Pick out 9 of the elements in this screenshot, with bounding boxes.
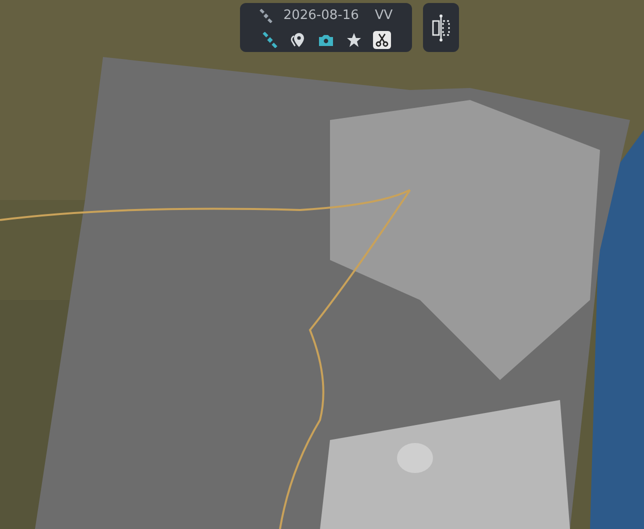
compare-button[interactable]: [423, 3, 459, 52]
split-compare-icon: [431, 12, 451, 42]
imagery-date[interactable]: 2026-08-16: [283, 8, 359, 23]
scissors-icon: [374, 32, 390, 48]
scissors-tool-button[interactable]: [373, 31, 391, 49]
star-icon: [346, 32, 362, 48]
map-pin-icon: [290, 32, 306, 48]
camera-icon: [318, 32, 334, 48]
polarization-label[interactable]: VV: [374, 8, 393, 23]
